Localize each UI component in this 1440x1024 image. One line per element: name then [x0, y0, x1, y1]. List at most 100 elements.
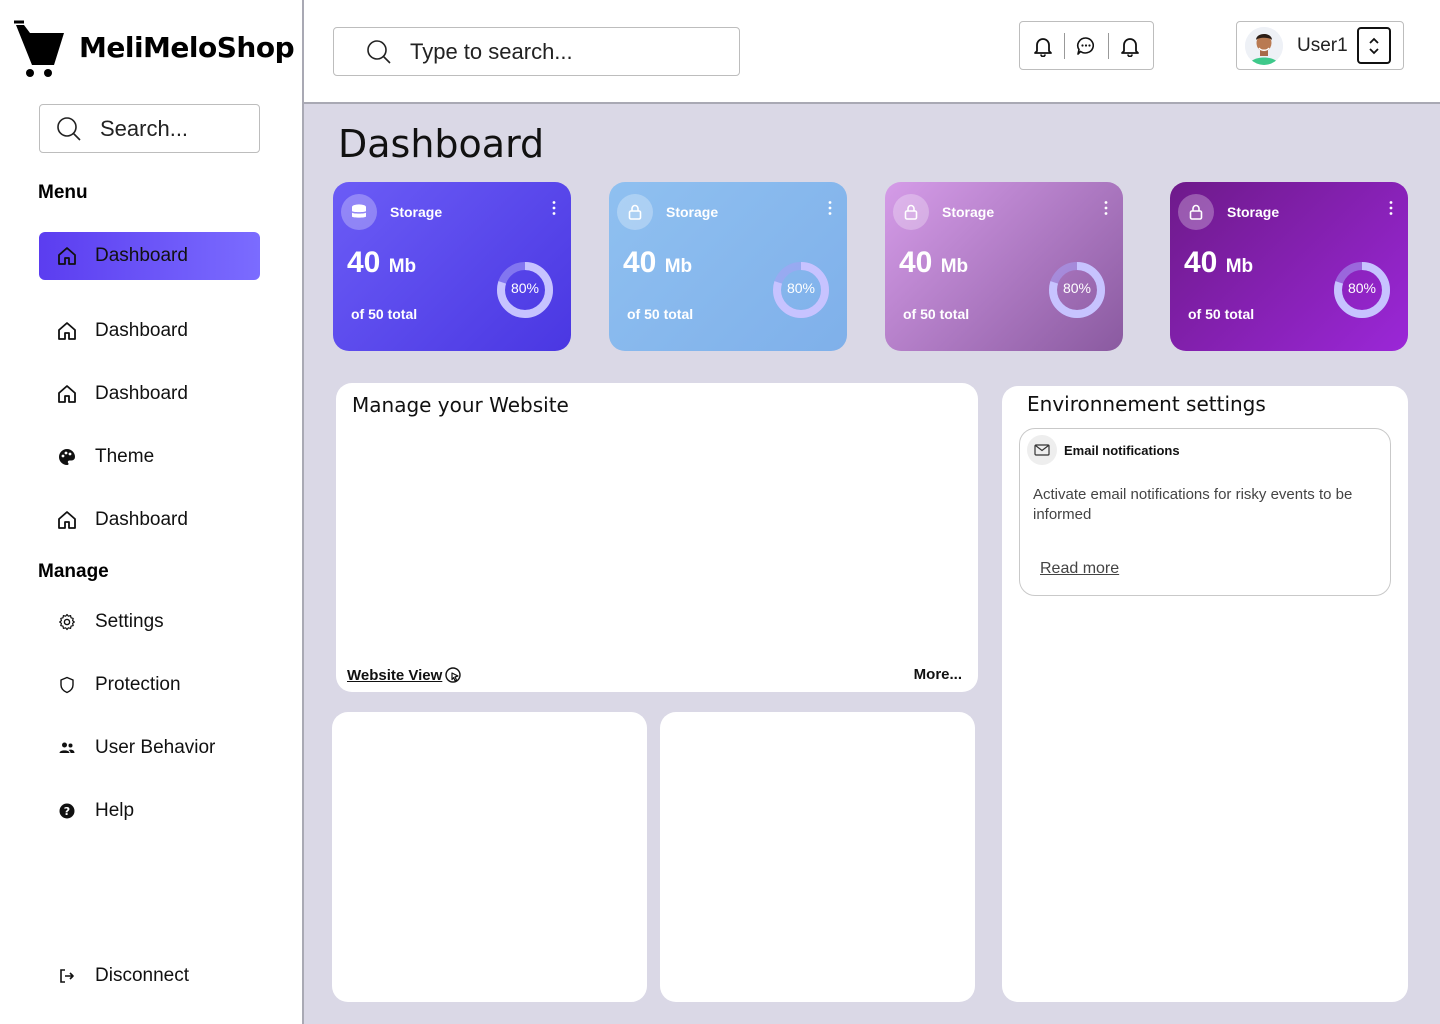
gear-icon	[56, 611, 78, 633]
website-view-link[interactable]: Website View	[347, 666, 462, 684]
email-notification-card: Email notifications Activate email notif…	[1019, 428, 1391, 596]
sidebar-item-dashboard[interactable]: Dashboard	[39, 307, 260, 355]
avatar	[1245, 26, 1283, 65]
home-icon	[56, 245, 78, 267]
disconnect-label: Disconnect	[95, 965, 189, 986]
chevron-up-down-icon	[1369, 37, 1379, 54]
website-view-label: Website View	[347, 666, 443, 684]
divider	[1064, 32, 1066, 59]
disconnect-button[interactable]: Disconnect	[39, 952, 260, 1000]
progress-label: 80%	[786, 280, 816, 296]
storage-value: 40 Mb	[899, 246, 968, 280]
storage-subtitle: of 50 total	[351, 306, 418, 322]
top-search-input[interactable]: Type to search...	[333, 27, 740, 76]
lock-icon	[617, 194, 653, 230]
brand-name: MeliMeloShop	[79, 30, 295, 64]
progress-label: 80%	[510, 280, 540, 296]
storage-value-unit: Mb	[1225, 256, 1254, 277]
notification-icon-group	[1019, 21, 1154, 70]
storage-value: 40 Mb	[1184, 246, 1253, 280]
sidebar-search-input[interactable]: Search...	[39, 104, 260, 153]
sidebar-item-label: Help	[95, 800, 135, 821]
storage-value: 40 Mb	[623, 246, 692, 280]
storage-value-unit: Mb	[940, 256, 969, 277]
search-icon	[367, 39, 391, 64]
sidebar: MeliMeloShop Search... Menu Dashboard Da…	[0, 0, 304, 1024]
storage-subtitle: of 50 total	[627, 306, 694, 322]
storage-value-number: 40	[1184, 246, 1218, 279]
storage-card-title: Storage	[942, 204, 995, 220]
sidebar-item-label: Dashboard	[95, 245, 188, 266]
sidebar-item-dashboard[interactable]: Dashboard	[39, 370, 260, 418]
sidebar-item-label: Protection	[95, 674, 181, 695]
user-menu[interactable]: User1	[1236, 21, 1404, 70]
empty-panel	[332, 712, 647, 1002]
chat-icon[interactable]	[1073, 33, 1099, 59]
environment-settings-panel: Environnement settings Email notificatio…	[1002, 386, 1408, 1002]
mail-icon	[1027, 435, 1057, 465]
notification-title: Email notifications	[1064, 443, 1180, 458]
user-name: User1	[1297, 34, 1348, 56]
sidebar-item-dashboard-active[interactable]: Dashboard	[39, 232, 260, 280]
sidebar-item-label: User Behavior	[95, 737, 216, 758]
storage-card[interactable]: Storage 40 Mb of 50 total 80%	[1170, 182, 1408, 351]
manage-section-title: Manage	[38, 561, 109, 582]
lock-icon	[1178, 194, 1214, 230]
lock-icon	[893, 194, 929, 230]
divider	[1107, 32, 1109, 59]
progress-label: 80%	[1062, 280, 1092, 296]
top-search-placeholder: Type to search...	[410, 38, 573, 64]
sidebar-item-user-behavior[interactable]: User Behavior	[39, 724, 260, 772]
topbar: Type to search... User1	[304, 0, 1440, 104]
shield-icon	[56, 674, 78, 696]
sidebar-item-settings[interactable]: Settings	[39, 598, 260, 646]
storage-card-title: Storage	[390, 204, 443, 220]
storage-subtitle: of 50 total	[903, 306, 970, 322]
sidebar-item-label: Dashboard	[95, 509, 188, 530]
storage-value-unit: Mb	[664, 256, 693, 277]
brand[interactable]: MeliMeloShop	[14, 18, 295, 80]
sidebar-item-label: Settings	[95, 611, 164, 632]
manage-website-title: Manage your Website	[352, 393, 569, 417]
home-icon	[56, 383, 78, 405]
users-icon	[56, 737, 78, 759]
main-content: Dashboard Storage 40 Mb of 50 total 80% Stor…	[304, 104, 1440, 1024]
more-vertical-icon[interactable]	[1103, 200, 1109, 216]
more-vertical-icon[interactable]	[551, 200, 557, 216]
help-icon: ?	[56, 800, 78, 822]
notification-body: Activate email notifications for risky e…	[1033, 486, 1353, 523]
storage-subtitle: of 50 total	[1188, 306, 1255, 322]
more-vertical-icon[interactable]	[827, 200, 833, 216]
more-vertical-icon[interactable]	[1388, 200, 1394, 216]
bell-icon[interactable]	[1117, 33, 1143, 59]
empty-panel	[660, 712, 975, 1002]
storage-card[interactable]: Storage 40 Mb of 50 total 80%	[609, 182, 847, 351]
sidebar-item-label: Dashboard	[95, 383, 188, 404]
sidebar-item-dashboard[interactable]: Dashboard	[39, 496, 260, 544]
search-icon	[57, 116, 81, 141]
more-link[interactable]: More...	[914, 666, 962, 683]
shopping-cart-icon	[14, 20, 64, 77]
menu-section-title: Menu	[38, 182, 88, 203]
sidebar-item-help[interactable]: ? Help	[39, 787, 260, 835]
storage-card[interactable]: Storage 40 Mb of 50 total 80%	[333, 182, 571, 351]
cursor-click-icon	[445, 667, 462, 683]
database-icon	[341, 194, 377, 230]
storage-card[interactable]: Storage 40 Mb of 50 total 80%	[885, 182, 1123, 351]
sidebar-item-protection[interactable]: Protection	[39, 661, 260, 709]
progress-label: 80%	[1347, 280, 1377, 296]
user-menu-toggle[interactable]	[1357, 27, 1391, 64]
storage-value-number: 40	[347, 246, 381, 279]
logout-icon	[56, 965, 78, 987]
bell-icon[interactable]	[1030, 33, 1056, 59]
read-more-link[interactable]: Read more	[1040, 560, 1119, 578]
sidebar-item-theme[interactable]: Theme	[39, 433, 260, 481]
storage-value-number: 40	[899, 246, 933, 279]
storage-card-title: Storage	[1227, 204, 1280, 220]
storage-value: 40 Mb	[347, 246, 416, 280]
svg-text:?: ?	[64, 805, 70, 818]
home-icon	[56, 320, 78, 342]
storage-value-unit: Mb	[388, 256, 417, 277]
environment-settings-title: Environnement settings	[1027, 392, 1266, 416]
palette-icon	[56, 446, 78, 468]
